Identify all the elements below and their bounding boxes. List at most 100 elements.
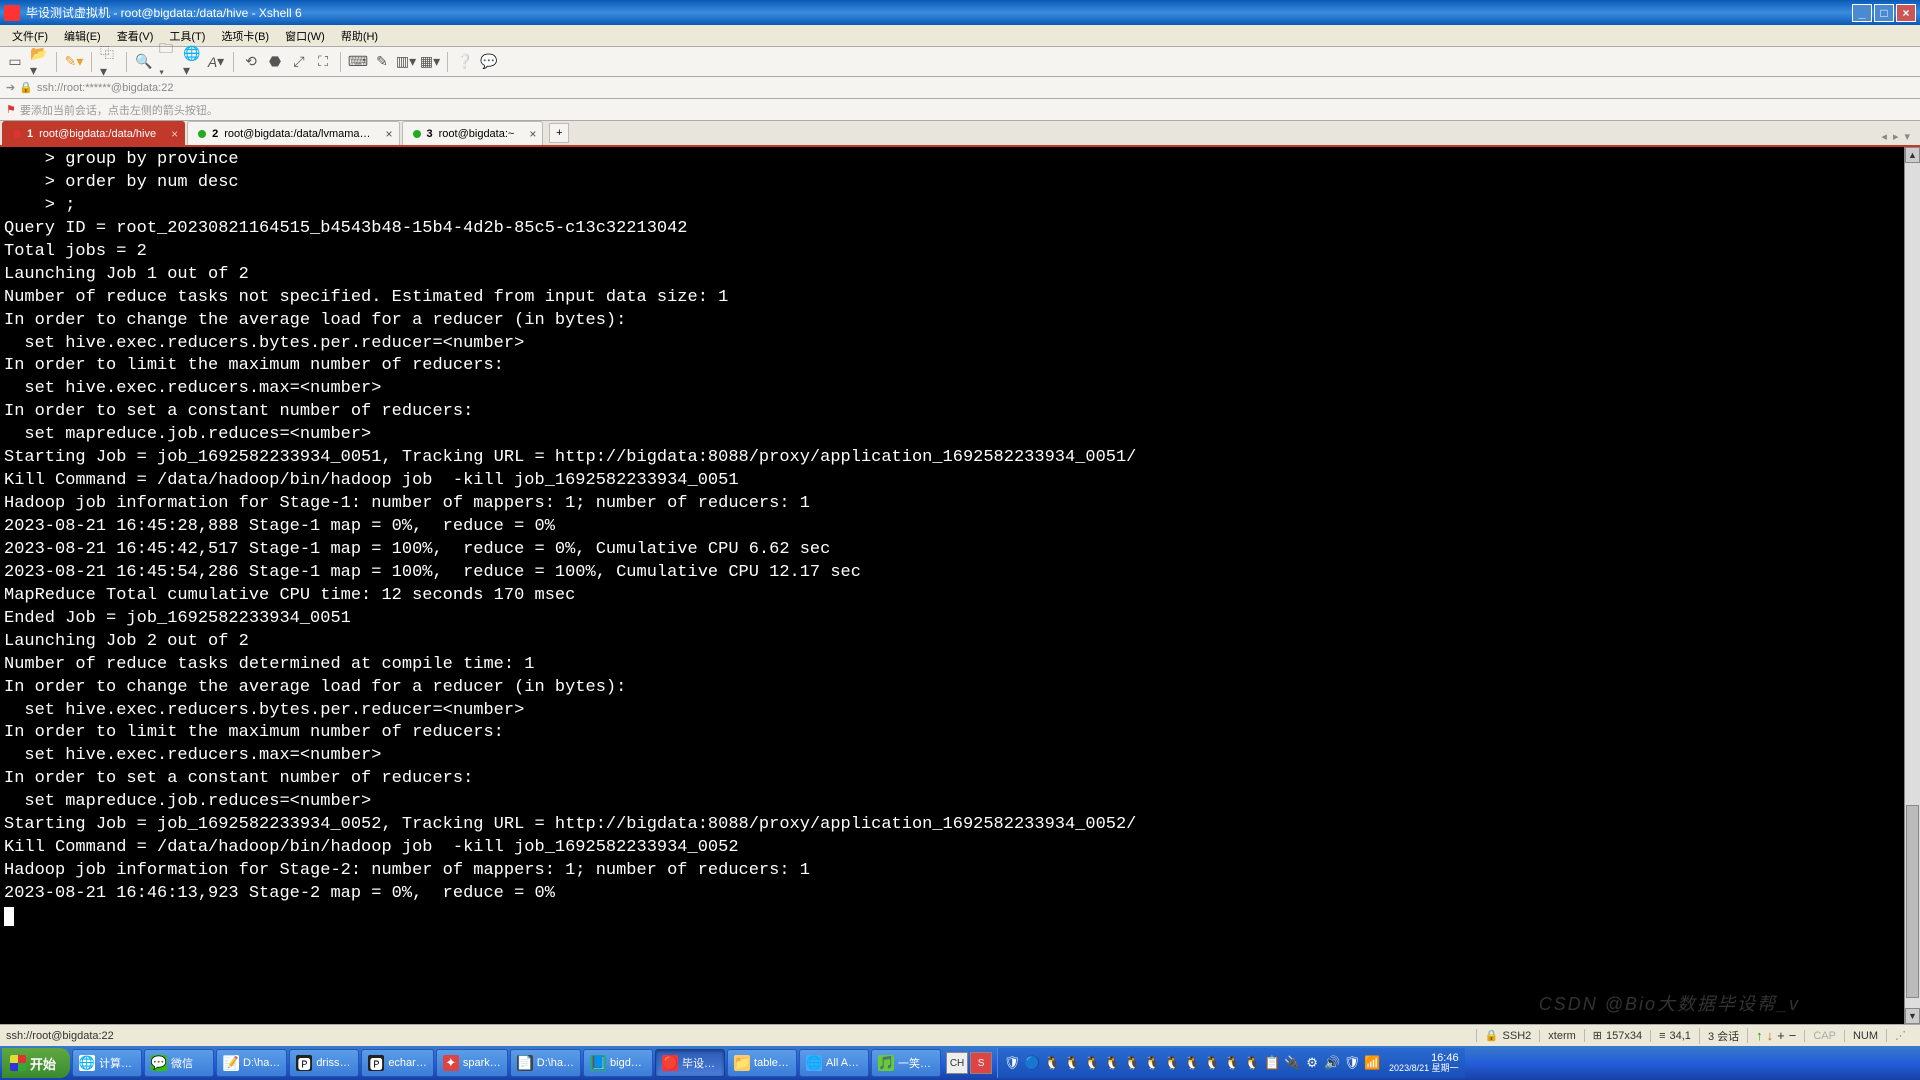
arrow-icon[interactable]: ➔ xyxy=(6,81,15,94)
expand-icon[interactable]: ⛶ xyxy=(314,53,332,71)
tray-clock[interactable]: 16:46 2023/8/21 星期一 xyxy=(1389,1052,1459,1074)
taskbar-app-1[interactable]: 💬微信 xyxy=(144,1049,214,1077)
tray-icon-6[interactable]: 🐧 xyxy=(1124,1055,1140,1071)
taskbar-app-label: All A… xyxy=(826,1057,859,1069)
tray-icon-1[interactable]: 🔵 xyxy=(1024,1055,1040,1071)
tray-icon-11[interactable]: 🐧 xyxy=(1224,1055,1240,1071)
highlight-icon[interactable]: ✎▾ xyxy=(65,53,83,71)
tab-prev-icon[interactable]: ◂ xyxy=(1879,128,1889,145)
tab-close-icon[interactable]: × xyxy=(529,127,536,141)
tray-icon-3[interactable]: 🐧 xyxy=(1064,1055,1080,1071)
open-session-icon[interactable]: 📂▾ xyxy=(30,53,48,71)
pos-icon: ≡ xyxy=(1659,1030,1665,1042)
taskbar-app-label: bigd… xyxy=(610,1057,642,1069)
globe-icon[interactable]: 🌐▾ xyxy=(183,53,201,71)
taskbar-app-icon: 📁 xyxy=(734,1055,750,1071)
session-tab-1[interactable]: 1root@bigdata:/data/hive× xyxy=(2,121,185,145)
tray-icon-16[interactable]: 🔊 xyxy=(1324,1055,1340,1071)
tray-icon-2[interactable]: 🐧 xyxy=(1044,1055,1060,1071)
address-bar: ➔ 🔒 ssh://root:******@bigdata:22 xyxy=(0,77,1920,99)
taskbar-app-8[interactable]: 🔴毕设… xyxy=(655,1049,725,1077)
new-tab-button[interactable]: + xyxy=(549,123,569,143)
tray-icon-18[interactable]: 📶 xyxy=(1364,1055,1380,1071)
address-text[interactable]: ssh://root:******@bigdata:22 xyxy=(37,82,174,94)
tray-icon-5[interactable]: 🐧 xyxy=(1104,1055,1120,1071)
font-icon[interactable]: A▾ xyxy=(207,53,225,71)
session-nav[interactable]: ↑↓+− xyxy=(1747,1028,1804,1043)
help-icon[interactable]: ❔ xyxy=(456,53,474,71)
stop-icon[interactable]: ⬣ xyxy=(266,53,284,71)
system-tray: 🛡🔵🐧🐧🐧🐧🐧🐧🐧🐧🐧🐧🐧📋🔌⚙🔊🛡📶 16:46 2023/8/21 星期一 xyxy=(997,1048,1465,1078)
tray-icon-13[interactable]: 📋 xyxy=(1264,1055,1280,1071)
start-button[interactable]: 开始 xyxy=(2,1048,70,1078)
clock-date: 2023/8/21 星期一 xyxy=(1389,1064,1459,1074)
taskbar-app-icon: 🅿 xyxy=(296,1055,312,1071)
tray-icon-8[interactable]: 🐧 xyxy=(1164,1055,1180,1071)
session-tab-2[interactable]: 2root@bigdata:/data/lvmama…× xyxy=(187,121,399,145)
layout2-icon[interactable]: ▦▾ xyxy=(421,53,439,71)
session-tab-3[interactable]: 3root@bigdata:~× xyxy=(402,121,544,145)
terminal-output[interactable]: > group by province > order by num desc … xyxy=(0,147,1920,1024)
taskbar-app-label: 一笑… xyxy=(898,1055,931,1071)
language-bar[interactable]: CH S xyxy=(946,1049,992,1077)
tab-status-dot xyxy=(198,130,206,138)
window-title: 毕设测试虚拟机 - root@bigdata:/data/hive - Xshe… xyxy=(26,4,1850,21)
menu-window[interactable]: 窗口(W) xyxy=(277,26,333,46)
tab-next-icon[interactable]: ▸ xyxy=(1891,128,1901,145)
lock-icon[interactable]: ⤢ xyxy=(290,53,308,71)
lang-indicator[interactable]: CH xyxy=(946,1052,968,1074)
scroll-thumb[interactable] xyxy=(1906,805,1919,998)
tray-icon-17[interactable]: 🛡 xyxy=(1344,1055,1360,1071)
tray-icon-7[interactable]: 🐧 xyxy=(1144,1055,1160,1071)
taskbar-app-0[interactable]: 🌐计算… xyxy=(72,1049,142,1077)
ime-indicator[interactable]: S xyxy=(970,1052,992,1074)
tray-icon-15[interactable]: ⚙ xyxy=(1304,1055,1320,1071)
tab-close-icon[interactable]: × xyxy=(386,127,393,141)
copy-icon[interactable]: ⿻▾ xyxy=(100,53,118,71)
taskbar-app-6[interactable]: 📄D:\ha… xyxy=(510,1049,581,1077)
layout1-icon[interactable]: ▥▾ xyxy=(397,53,415,71)
maximize-button[interactable]: □ xyxy=(1874,4,1894,22)
menu-file[interactable]: 文件(F) xyxy=(4,26,56,46)
taskbar-app-4[interactable]: 🅿echar… xyxy=(361,1049,434,1077)
scroll-down-icon[interactable]: ▼ xyxy=(1905,1008,1920,1024)
taskbar-app-3[interactable]: 🅿driss… xyxy=(289,1049,359,1077)
taskbar-app-icon: 📘 xyxy=(590,1055,606,1071)
status-size: 157x34 xyxy=(1606,1030,1642,1042)
search-icon[interactable]: 🔍 xyxy=(135,53,153,71)
close-window-button[interactable]: × xyxy=(1896,4,1916,22)
status-pos: 34,1 xyxy=(1670,1030,1691,1042)
wand-icon[interactable]: ✎ xyxy=(373,53,391,71)
new-session-icon[interactable]: ▭ xyxy=(6,53,24,71)
tab-number: 3 xyxy=(427,128,433,140)
tray-icon-4[interactable]: 🐧 xyxy=(1084,1055,1100,1071)
watermark-text: CSDN @Bio大数据毕设帮_v xyxy=(1539,990,1800,1016)
taskbar-app-7[interactable]: 📘 bigd… xyxy=(583,1049,653,1077)
tray-icon-0[interactable]: 🛡 xyxy=(1004,1055,1020,1071)
lock-address-icon: 🔒 xyxy=(19,81,33,94)
tray-icon-9[interactable]: 🐧 xyxy=(1184,1055,1200,1071)
tab-number: 2 xyxy=(212,128,218,140)
tray-icon-12[interactable]: 🐧 xyxy=(1244,1055,1260,1071)
menu-help[interactable]: 帮助(H) xyxy=(333,26,386,46)
scroll-up-icon[interactable]: ▲ xyxy=(1905,147,1920,163)
resize-grip-icon[interactable]: ⋰ xyxy=(1886,1029,1914,1042)
keyboard-icon[interactable]: ⌨ xyxy=(349,53,367,71)
folder-icon[interactable]: 🗀▾ xyxy=(159,53,177,71)
status-num: NUM xyxy=(1844,1030,1886,1042)
tray-icon-14[interactable]: 🔌 xyxy=(1284,1055,1300,1071)
menu-tab[interactable]: 选项卡(B) xyxy=(213,26,277,46)
taskbar-app-9[interactable]: 📁table… xyxy=(727,1049,797,1077)
taskbar-app-11[interactable]: 🎵一笑… xyxy=(871,1049,941,1077)
chat-icon[interactable]: 💬 xyxy=(480,53,498,71)
tab-close-icon[interactable]: × xyxy=(171,127,178,141)
refresh-icon[interactable]: ⟲ xyxy=(242,53,260,71)
minimize-button[interactable]: _ xyxy=(1852,4,1872,22)
taskbar-app-10[interactable]: 🌐All A… xyxy=(799,1049,869,1077)
taskbar-app-2[interactable]: 📝D:\ha… xyxy=(216,1049,287,1077)
tab-menu-icon[interactable]: ▾ xyxy=(1902,128,1912,145)
tray-icon-10[interactable]: 🐧 xyxy=(1204,1055,1220,1071)
taskbar-app-icon: 🎵 xyxy=(878,1055,894,1071)
taskbar-app-5[interactable]: ✦spark… xyxy=(436,1049,508,1077)
terminal-scrollbar[interactable]: ▲ ▼ xyxy=(1904,147,1920,1024)
